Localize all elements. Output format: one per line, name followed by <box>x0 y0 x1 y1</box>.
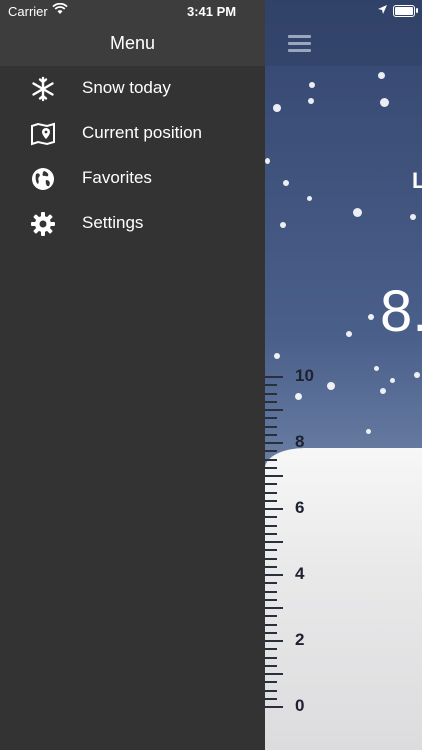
main-app-view[interactable]: L 8. 10 8 6 4 2 0 <box>265 0 422 750</box>
ruler-tick <box>265 442 283 444</box>
ruler-tick <box>265 376 283 378</box>
ruler-tick <box>265 549 277 552</box>
ruler-label: 8 <box>295 432 305 451</box>
ruler-tick <box>265 706 283 708</box>
ruler-label: 6 <box>295 498 305 517</box>
snowflake-particle <box>374 366 379 371</box>
ruler-tick <box>265 656 277 659</box>
ruler-label: 10 <box>295 366 314 385</box>
hamburger-menu-icon[interactable] <box>288 35 311 52</box>
menu-item-current-position[interactable]: Current position <box>0 111 265 156</box>
ruler-label: 4 <box>295 564 305 583</box>
snowflake-particle <box>308 98 314 104</box>
snowflake-particle <box>380 388 386 394</box>
ruler-tick <box>265 433 277 436</box>
snowflake-particle <box>353 208 362 217</box>
battery-icon <box>393 5 415 17</box>
snowflake-particle <box>368 314 374 320</box>
ruler-tick <box>265 499 277 502</box>
ruler-tick <box>265 524 277 527</box>
ruler-tick <box>265 598 277 601</box>
snowflake-particle <box>283 180 289 186</box>
ruler-tick <box>265 590 277 593</box>
menu-item-label: Snow today <box>82 78 171 97</box>
menu-item-favorites[interactable]: Favorites <box>0 156 265 201</box>
snowflake-particle <box>327 382 335 390</box>
snowflake-particle <box>410 214 416 220</box>
wifi-icon <box>52 3 68 14</box>
ruler-tick <box>265 648 277 651</box>
ruler-label: 2 <box>295 630 305 649</box>
menu-title: Menu <box>109 33 156 53</box>
ruler-tick <box>265 681 277 684</box>
menu-item-label: Favorites <box>82 168 152 187</box>
ruler-tick <box>265 631 277 634</box>
menu-item-settings[interactable]: Settings <box>0 201 265 246</box>
snowflake-particle <box>309 82 315 88</box>
ruler-tick <box>265 673 283 675</box>
ruler-tick <box>265 450 277 453</box>
menu-list: Snow today Current position Favorites Se… <box>0 66 265 246</box>
location-arrow-icon <box>378 5 387 14</box>
ruler-tick <box>265 557 277 560</box>
partial-location-text: L <box>412 168 422 193</box>
ruler-tick <box>265 400 277 403</box>
ruler-tick <box>265 508 283 510</box>
ruler-tick <box>265 615 277 618</box>
snowflake-particle <box>366 429 371 434</box>
ruler-tick <box>265 607 283 609</box>
ruler-tick <box>265 491 277 494</box>
ruler-tick <box>265 582 277 585</box>
ruler-label: 0 <box>295 696 305 715</box>
ruler-tick <box>265 409 283 411</box>
map-pin-icon <box>31 122 55 146</box>
snowflake-particle <box>378 72 385 79</box>
menu-item-snow-today[interactable]: Snow today <box>0 66 265 111</box>
ruler-tick <box>265 697 277 700</box>
ruler-tick <box>265 475 283 477</box>
snowflake-particle <box>380 98 389 107</box>
snowflake-particle <box>280 222 286 228</box>
ruler-tick <box>265 466 277 469</box>
ruler-tick <box>265 532 277 535</box>
ruler-tick <box>265 516 277 519</box>
partial-snow-value: 8. <box>380 279 422 344</box>
carrier-label: Carrier <box>8 4 48 19</box>
ruler-tick <box>265 392 277 395</box>
menu-item-label: Current position <box>82 123 203 142</box>
ruler-tick <box>265 483 277 486</box>
ruler-tick <box>265 425 277 428</box>
globe-icon <box>32 168 54 190</box>
ruler-tick <box>265 689 277 692</box>
snowflake-particle <box>414 372 420 378</box>
ruler-tick <box>265 664 277 667</box>
snowflake-icon <box>32 76 54 102</box>
snowflake-particle <box>307 196 312 201</box>
status-time: 3:41 PM <box>187 4 237 19</box>
gear-icon <box>31 212 55 236</box>
ruler-tick <box>265 458 277 461</box>
status-bar: Carrier 3:41 PM <box>0 0 422 22</box>
menu-item-label: Settings <box>82 213 144 232</box>
snowflake-particle <box>390 378 395 383</box>
ruler-tick <box>265 565 277 568</box>
snowflake-particle <box>346 331 352 337</box>
ruler-tick <box>265 541 283 543</box>
ruler-tick <box>265 574 283 576</box>
snowflake-particle <box>273 104 281 112</box>
side-menu-drawer: Menu Snow today Current position Favorit… <box>0 0 265 750</box>
ruler-tick <box>265 384 277 387</box>
snowflake-particle <box>274 353 280 359</box>
ruler-tick <box>265 417 277 420</box>
snowflake-particle <box>265 158 270 164</box>
battery-tip <box>416 8 418 13</box>
depth-ruler: 10 8 6 4 2 0 <box>265 366 325 730</box>
ruler-tick <box>265 640 283 642</box>
ruler-tick <box>265 623 277 626</box>
